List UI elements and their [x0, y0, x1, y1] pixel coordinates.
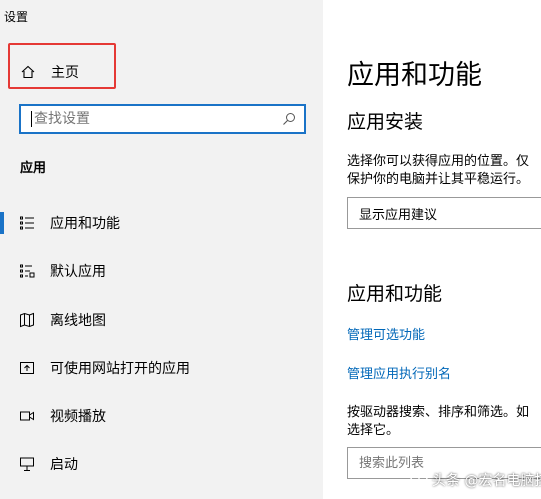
sidebar-item-label: 视频播放	[50, 409, 106, 425]
section-title-app-install: 应用安装	[347, 111, 424, 133]
sidebar-item-label: 离线地图	[50, 313, 106, 329]
sidebar-item-default-apps[interactable]: 默认应用	[0, 251, 323, 291]
sidebar-item-label: 默认应用	[50, 264, 106, 280]
manage-optional-features-link[interactable]: 管理可选功能	[347, 324, 425, 343]
home-icon	[21, 65, 35, 79]
settings-search-box[interactable]	[19, 104, 306, 134]
main-content: 应用和功能 应用安装 选择你可以获得应用的位置。仅 保护你的电脑并让其平稳运行。…	[323, 0, 541, 499]
map-icon	[20, 312, 34, 328]
toutiao-logo-icon	[410, 471, 428, 489]
sidebar-item-video-playback[interactable]: 视频播放	[0, 396, 323, 436]
home-label: 主页	[51, 65, 79, 81]
search-icon[interactable]	[282, 112, 296, 126]
active-indicator	[0, 212, 4, 234]
sidebar: 设置 主页 应用 应用和功能	[0, 0, 323, 499]
default-apps-icon	[20, 264, 35, 278]
apps-description-line2: 选择它。	[347, 423, 400, 438]
app-source-dropdown[interactable]: 显示应用建议	[347, 197, 541, 229]
watermark-text: 头条 @宏名电脑技术	[432, 473, 541, 489]
sidebar-item-open-with-websites[interactable]: 可使用网站打开的应用	[0, 348, 323, 388]
sidebar-item-label: 应用和功能	[50, 216, 120, 232]
sidebar-item-apps-features[interactable]: 应用和功能	[0, 203, 323, 243]
install-description-line1: 选择你可以获得应用的位置。仅	[347, 154, 530, 169]
sidebar-item-startup[interactable]: 启动	[0, 444, 323, 484]
video-icon	[20, 411, 34, 421]
section-label-apps: 应用	[20, 161, 47, 176]
install-description-line2: 保护你的电脑并让其平稳运行。	[347, 172, 530, 187]
app-list-search-input[interactable]	[348, 454, 541, 472]
manage-app-aliases-link[interactable]: 管理应用执行别名	[347, 363, 451, 382]
home-nav-item[interactable]: 主页	[20, 60, 79, 84]
app-source-dropdown-value: 显示应用建议	[359, 207, 438, 223]
watermark: 头条 @宏名电脑技术	[410, 470, 541, 490]
apps-list-icon	[20, 216, 34, 230]
settings-search-input[interactable]	[32, 107, 282, 131]
section-title-apps-features: 应用和功能	[347, 283, 443, 305]
startup-icon	[20, 457, 34, 471]
apps-description-line1: 按驱动器搜索、排序和筛选。如	[347, 405, 530, 420]
open-with-site-icon	[20, 362, 34, 374]
page-title: 应用和功能	[347, 60, 482, 91]
window-title: 设置	[4, 10, 29, 24]
sidebar-item-offline-maps[interactable]: 离线地图	[0, 300, 323, 340]
sidebar-item-label: 启动	[50, 457, 78, 473]
sidebar-item-label: 可使用网站打开的应用	[50, 361, 190, 377]
